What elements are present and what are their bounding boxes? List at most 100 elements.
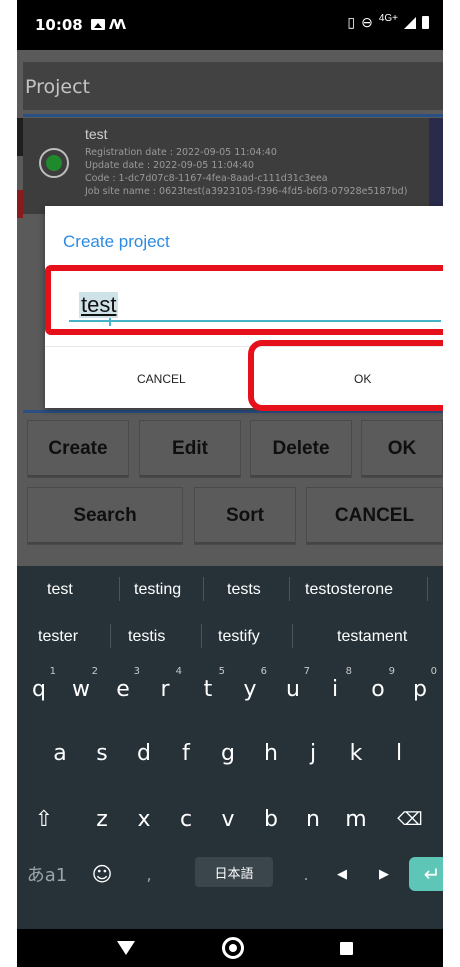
- cancel-button[interactable]: CANCEL: [306, 487, 443, 545]
- list-item-edge: [429, 118, 443, 214]
- status-icons: ▯ ⊖ 4G+: [347, 13, 429, 31]
- emoji-icon[interactable]: ☺: [81, 849, 123, 899]
- update-date: Update date : 2022-09-05 11:04:40: [85, 160, 254, 171]
- project-list-item[interactable]: test Registration date : 2022-09-05 11:0…: [23, 118, 443, 214]
- key-x[interactable]: x: [123, 794, 165, 844]
- input-highlight-box: [45, 265, 443, 335]
- suggestion-testament[interactable]: testament: [337, 628, 407, 646]
- key-hint: 6: [260, 666, 267, 677]
- key-hint: 1: [49, 666, 56, 677]
- key-label: q: [32, 676, 46, 702]
- cursor-right-icon[interactable]: ▶: [363, 849, 405, 899]
- backspace-icon[interactable]: ⌫: [385, 794, 435, 844]
- key-label: i: [331, 676, 339, 702]
- key-a[interactable]: a: [39, 728, 81, 778]
- back-icon[interactable]: [117, 941, 135, 955]
- suggestion-test[interactable]: test: [47, 581, 73, 599]
- ok-highlight-box: [248, 340, 443, 411]
- job-site-name: Job site name : 0623test(a3923105-f396-4…: [85, 186, 408, 197]
- shift-icon[interactable]: ⇧: [19, 794, 69, 844]
- key-o[interactable]: o9: [357, 664, 399, 714]
- registration-date: Registration date : 2022-09-05 11:04:40: [85, 147, 277, 158]
- key-t[interactable]: t5: [187, 664, 229, 714]
- delete-button[interactable]: Delete: [250, 420, 352, 478]
- recent-apps-icon[interactable]: [340, 942, 353, 955]
- do-not-disturb-icon: ⊖: [361, 14, 373, 30]
- key-s[interactable]: s: [81, 728, 123, 778]
- suggestion-testing[interactable]: testing: [134, 581, 181, 599]
- ok-button[interactable]: OK: [361, 420, 443, 478]
- key-l[interactable]: l: [378, 728, 420, 778]
- suggestion-testosterone[interactable]: testosterone: [305, 581, 393, 599]
- status-time: 10:08: [35, 16, 83, 34]
- key-w[interactable]: w2: [60, 664, 102, 714]
- key-f[interactable]: f: [165, 728, 207, 778]
- key-m[interactable]: m: [335, 794, 377, 844]
- suggestion-divider: [427, 577, 428, 601]
- cursor-left-icon[interactable]: ◀: [321, 849, 363, 899]
- key-h[interactable]: h: [250, 728, 292, 778]
- key-u[interactable]: u7: [272, 664, 314, 714]
- home-icon[interactable]: [222, 937, 244, 959]
- battery-icon: [422, 16, 429, 29]
- navigation-bar: [17, 929, 443, 967]
- app-notification-icon: ʌʌ: [109, 13, 126, 33]
- key-hint: 2: [91, 666, 98, 677]
- key-label: r: [160, 676, 170, 702]
- project-radio-button[interactable]: [39, 148, 69, 178]
- project-code: Code : 1-dc7d07c8-1167-4fea-8aad-c111d31…: [85, 173, 328, 184]
- signal-icon: [404, 16, 416, 29]
- key-label: u: [286, 676, 300, 702]
- suggestion-divider: [292, 624, 293, 648]
- key-hint: 4: [175, 666, 182, 677]
- soft-keyboard: test testing tests testosterone tester t…: [17, 566, 443, 929]
- key-label: y: [243, 676, 257, 702]
- sort-button[interactable]: Sort: [194, 487, 296, 545]
- key-d[interactable]: d: [123, 728, 165, 778]
- space-key[interactable]: 日本語: [195, 857, 273, 887]
- key-e[interactable]: e3: [102, 664, 144, 714]
- network-type: 4G+: [378, 13, 398, 24]
- key-label: p: [413, 676, 427, 702]
- key-i[interactable]: i8: [314, 664, 356, 714]
- key-n[interactable]: n: [292, 794, 334, 844]
- create-button[interactable]: Create: [27, 420, 129, 478]
- key-label: w: [72, 676, 90, 702]
- vibrate-icon: ▯: [347, 14, 356, 30]
- key-hint: 0: [430, 666, 437, 677]
- suggestion-testis[interactable]: testis: [128, 628, 165, 646]
- key-q[interactable]: q1: [18, 664, 60, 714]
- image-notification-icon: [91, 19, 105, 30]
- key-b[interactable]: b: [250, 794, 292, 844]
- key-hint: 8: [345, 666, 352, 677]
- suggestion-tester[interactable]: tester: [38, 628, 78, 646]
- radio-selected-dot: [46, 155, 62, 171]
- key-y[interactable]: y6: [229, 664, 271, 714]
- key-hint: 9: [388, 666, 395, 677]
- key-r[interactable]: r4: [144, 664, 186, 714]
- key-label: t: [203, 676, 213, 702]
- key-v[interactable]: v: [207, 794, 249, 844]
- suggestion-divider: [201, 624, 202, 648]
- dialog-cancel-button[interactable]: CANCEL: [137, 372, 186, 386]
- divider: [23, 114, 443, 117]
- suggestion-tests[interactable]: tests: [227, 581, 261, 599]
- key-p[interactable]: p0: [399, 664, 441, 714]
- suggestion-testify[interactable]: testify: [218, 628, 260, 646]
- suggestion-divider: [289, 577, 290, 601]
- title-bar: Project: [23, 62, 443, 110]
- language-switch-key[interactable]: あa1: [19, 849, 75, 899]
- status-bar: 10:08 ʌʌ ▯ ⊖ 4G+: [17, 0, 443, 50]
- edit-button[interactable]: Edit: [139, 420, 241, 478]
- key-j[interactable]: j: [292, 728, 334, 778]
- key-z[interactable]: z: [81, 794, 123, 844]
- key-hint: 3: [133, 666, 140, 677]
- comma-key[interactable]: ,: [128, 849, 170, 899]
- key-c[interactable]: c: [165, 794, 207, 844]
- key-hint: 5: [218, 666, 225, 677]
- key-g[interactable]: g: [207, 728, 249, 778]
- dialog-title: Create project: [63, 232, 170, 251]
- enter-icon[interactable]: ↵: [409, 857, 443, 891]
- key-k[interactable]: k: [335, 728, 377, 778]
- search-button[interactable]: Search: [27, 487, 183, 545]
